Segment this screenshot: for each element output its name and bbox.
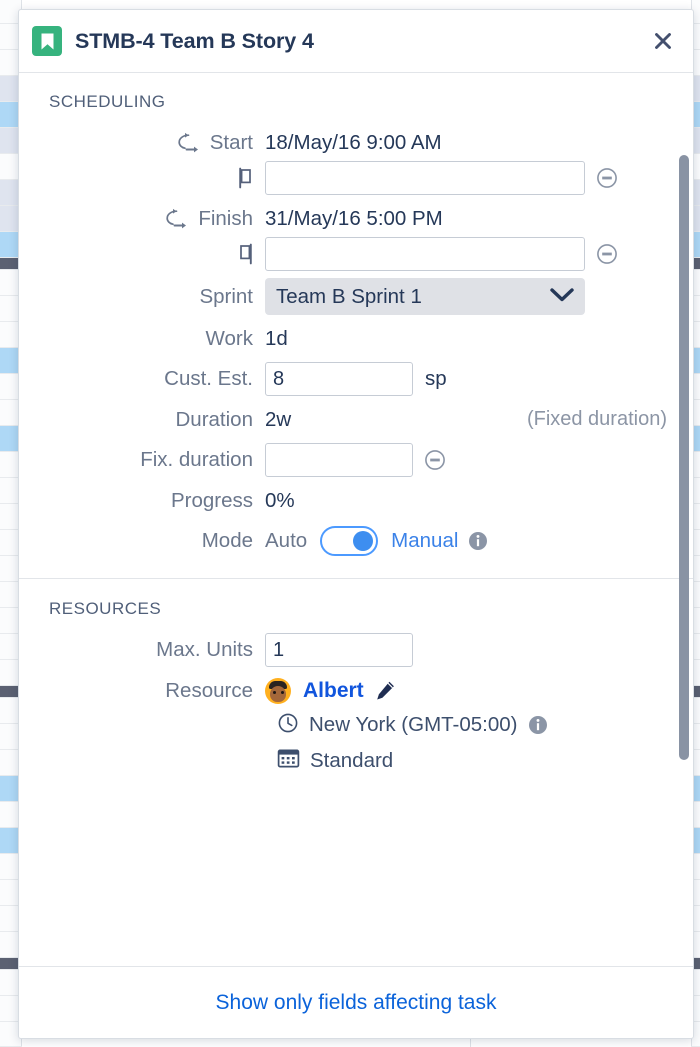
dialog-header: STMB-4 Team B Story 4 bbox=[19, 10, 693, 73]
edit-pencil-icon[interactable] bbox=[375, 680, 397, 702]
remove-fix-duration-icon[interactable] bbox=[424, 449, 446, 471]
sprint-selected-value: Team B Sprint 1 bbox=[276, 285, 549, 309]
finish-constraint-input[interactable] bbox=[265, 237, 585, 271]
start-row: Start 18/May/16 9:00 AM bbox=[37, 126, 675, 159]
resource-label: Resource bbox=[37, 679, 265, 703]
resource-timezone-row: New York (GMT-05:00) bbox=[37, 709, 675, 741]
start-constraint-label-group bbox=[37, 167, 265, 189]
cust-est-input[interactable] bbox=[265, 362, 413, 396]
duration-row: Duration 2w (Fixed duration) bbox=[37, 403, 675, 436]
clock-icon bbox=[277, 712, 299, 739]
sprint-select[interactable]: Team B Sprint 1 bbox=[265, 278, 585, 315]
mode-row: Mode Auto Manual bbox=[37, 524, 675, 557]
max-units-input[interactable] bbox=[265, 633, 413, 667]
avatar-eye-left bbox=[273, 691, 276, 694]
finish-constraint-row bbox=[37, 237, 675, 271]
auto-schedule-arrow-icon bbox=[164, 208, 189, 229]
finish-row: Finish 31/May/16 5:00 PM bbox=[37, 202, 675, 235]
max-units-label: Max. Units bbox=[37, 638, 265, 662]
mode-toggle[interactable] bbox=[320, 526, 378, 556]
work-label: Work bbox=[37, 327, 265, 351]
fixed-duration-note: (Fixed duration) bbox=[527, 408, 675, 431]
resource-row: Resource Albert bbox=[37, 674, 675, 707]
cust-est-unit: sp bbox=[425, 367, 447, 391]
sprint-row: Sprint Team B Sprint 1 bbox=[37, 278, 675, 315]
mode-info-icon[interactable] bbox=[468, 531, 488, 551]
avatar-face bbox=[270, 686, 286, 702]
duration-label: Duration bbox=[37, 408, 265, 432]
resource-timezone: New York (GMT-05:00) bbox=[309, 713, 518, 737]
story-bookmark-icon bbox=[32, 26, 62, 56]
avatar bbox=[265, 678, 291, 704]
timezone-info-icon[interactable] bbox=[528, 715, 548, 735]
start-constraint-row bbox=[37, 161, 675, 195]
mode-manual-label[interactable]: Manual bbox=[391, 529, 458, 553]
resource-calendar: Standard bbox=[310, 749, 393, 773]
close-icon[interactable] bbox=[650, 28, 676, 54]
remove-finish-constraint-icon[interactable] bbox=[596, 243, 618, 265]
resource-calendar-row: Standard bbox=[37, 745, 675, 777]
avatar-eye-right bbox=[281, 691, 284, 694]
scheduling-section: SCHEDULING Start 18/May/16 9:00 AM bbox=[19, 73, 693, 578]
dialog-footer: Show only fields affecting task bbox=[19, 966, 693, 1038]
start-constraint-input[interactable] bbox=[265, 161, 585, 195]
dialog-scrollbar-thumb[interactable] bbox=[679, 155, 689, 760]
scheduling-heading: SCHEDULING bbox=[49, 92, 675, 112]
progress-value: 0% bbox=[265, 489, 295, 513]
max-units-row: Max. Units bbox=[37, 633, 675, 667]
mode-toggle-knob bbox=[353, 531, 373, 551]
work-value: 1d bbox=[265, 327, 288, 351]
finish-label-group: Finish bbox=[37, 207, 265, 231]
mode-label: Mode bbox=[37, 529, 265, 553]
dialog-body: SCHEDULING Start 18/May/16 9:00 AM bbox=[19, 73, 693, 966]
constraint-flag-start-icon bbox=[238, 167, 253, 189]
finish-constraint-label-group bbox=[37, 243, 265, 265]
work-row: Work 1d bbox=[37, 322, 675, 355]
fix-duration-input[interactable] bbox=[265, 443, 413, 477]
dialog-title: STMB-4 Team B Story 4 bbox=[75, 29, 314, 54]
remove-start-constraint-icon[interactable] bbox=[596, 167, 618, 189]
auto-schedule-arrow-icon bbox=[176, 132, 201, 153]
dialog-scrollbar-track[interactable] bbox=[678, 137, 690, 964]
fix-duration-row: Fix. duration bbox=[37, 443, 675, 477]
task-details-dialog: STMB-4 Team B Story 4 SCHEDULING bbox=[18, 9, 694, 1039]
progress-row: Progress 0% bbox=[37, 484, 675, 517]
resource-name[interactable]: Albert bbox=[303, 679, 364, 703]
start-label: Start bbox=[210, 131, 253, 155]
chevron-down-icon bbox=[549, 286, 575, 308]
cust-est-label: Cust. Est. bbox=[37, 367, 265, 391]
sprint-label: Sprint bbox=[37, 285, 265, 309]
show-only-fields-affecting-task-link[interactable]: Show only fields affecting task bbox=[216, 991, 497, 1015]
resources-section: RESOURCES Max. Units Resource Albert bbox=[19, 579, 693, 795]
mode-auto-label[interactable]: Auto bbox=[265, 529, 307, 553]
fix-duration-label: Fix. duration bbox=[37, 448, 265, 472]
calendar-icon bbox=[277, 748, 300, 774]
duration-value: 2w bbox=[265, 408, 291, 432]
start-label-group: Start bbox=[37, 131, 265, 155]
constraint-flag-finish-icon bbox=[238, 243, 253, 265]
finish-label: Finish bbox=[198, 207, 253, 231]
finish-value: 31/May/16 5:00 PM bbox=[265, 207, 443, 231]
resources-heading: RESOURCES bbox=[49, 599, 675, 619]
cust-est-row: Cust. Est. sp bbox=[37, 362, 675, 396]
progress-label: Progress bbox=[37, 489, 265, 513]
start-value: 18/May/16 9:00 AM bbox=[265, 131, 442, 155]
